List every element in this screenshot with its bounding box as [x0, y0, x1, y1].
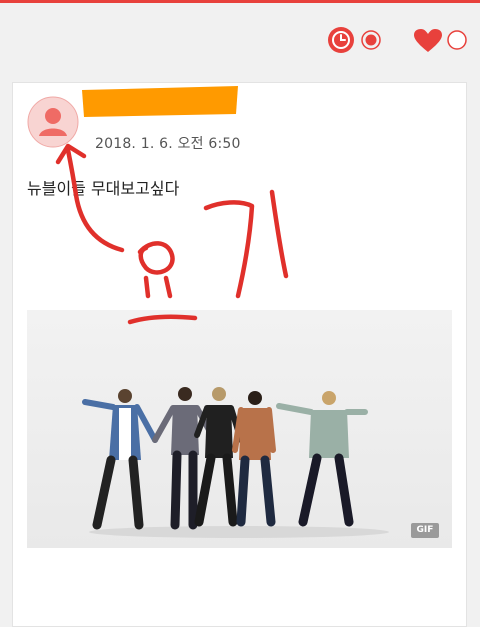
post-text: 뉴블이들 무대보고싶다 [27, 179, 180, 198]
heart-icon[interactable] [414, 29, 442, 53]
avatar[interactable] [27, 96, 79, 148]
radio-icon[interactable] [361, 30, 381, 50]
gif-badge: GIF [411, 523, 439, 538]
clock-icon[interactable] [328, 27, 354, 53]
radio-icon[interactable] [447, 30, 467, 50]
post-media-gif[interactable] [27, 310, 452, 548]
dancers-image [82, 387, 389, 538]
username-redaction [82, 86, 238, 117]
toolbar [0, 3, 480, 69]
post-timestamp: 2018. 1. 6. 오전 6:50 [95, 136, 241, 152]
